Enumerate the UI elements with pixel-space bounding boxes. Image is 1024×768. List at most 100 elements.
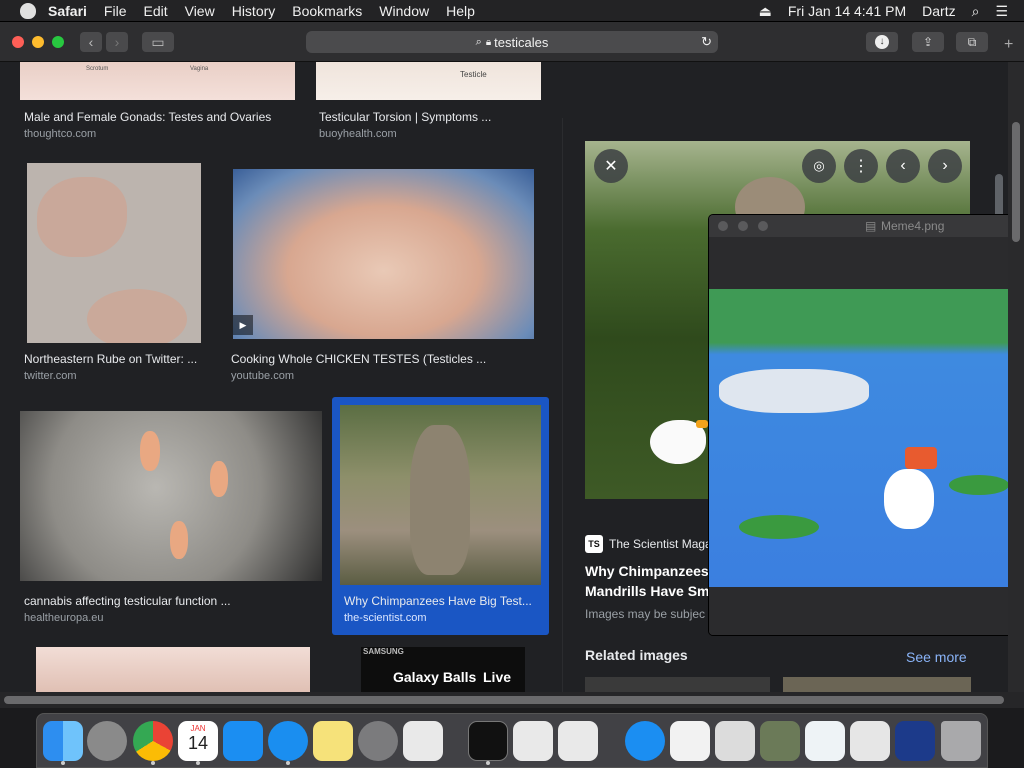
window-thumbnail[interactable] — [760, 721, 800, 761]
window-thumbnail[interactable] — [850, 721, 890, 761]
clock[interactable]: Fri Jan 14 4:41 PM — [788, 3, 906, 19]
address-bar[interactable]: ⌕ 🔒︎ testicales ↻ — [306, 31, 718, 53]
result-card-selected[interactable]: Why Chimpanzees Have Big Test... the-sci… — [332, 397, 549, 635]
related-image[interactable] — [585, 677, 770, 692]
menu-help[interactable]: Help — [446, 3, 475, 19]
result-image-twitter[interactable] — [27, 163, 201, 343]
image-shape — [210, 461, 228, 497]
address-text: testicales — [494, 34, 549, 50]
result-image-chimp[interactable] — [340, 405, 541, 585]
system-preferences-icon[interactable] — [358, 721, 398, 761]
close-window-button[interactable] — [12, 36, 24, 48]
launchpad-icon[interactable] — [87, 721, 127, 761]
sidebar-toggle-button[interactable]: ▭ — [142, 32, 174, 52]
forward-button[interactable]: › — [106, 32, 128, 52]
source-favicon: TS — [585, 535, 603, 553]
result-image-hands[interactable] — [36, 647, 310, 692]
new-tab-icon[interactable]: + — [1004, 36, 1013, 54]
running-indicator — [151, 761, 155, 765]
result-image-gonads[interactable]: Scrotum Vagina — [20, 62, 295, 100]
terminal-icon[interactable] — [468, 721, 508, 761]
image-shape — [170, 521, 188, 559]
result-source[interactable]: twitter.com — [24, 370, 77, 382]
result-source[interactable]: healtheuropa.eu — [24, 612, 104, 624]
calendar-day: 14 — [187, 733, 209, 753]
related-image[interactable] — [783, 677, 971, 692]
roblox-studio-icon[interactable] — [513, 721, 553, 761]
result-image-chicken[interactable]: ▶ — [233, 169, 534, 339]
app-store-icon[interactable] — [223, 721, 263, 761]
zoom-window-button[interactable] — [52, 36, 64, 48]
share-button[interactable]: ⇪ — [912, 32, 944, 52]
notification-center-icon[interactable]: ☰ — [995, 3, 1008, 20]
image-shape — [884, 469, 934, 529]
menu-app-name[interactable]: Safari — [48, 3, 87, 19]
result-caption: Why Chimpanzees Have Big Test... — [344, 594, 532, 608]
result-caption[interactable]: Testicular Torsion | Symptoms ... — [319, 110, 491, 124]
window-thumbnail[interactable] — [805, 721, 845, 761]
menu-view[interactable]: View — [185, 3, 215, 19]
spotlight-search-icon[interactable]: ⌕ — [972, 3, 980, 20]
document-icon[interactable] — [670, 721, 710, 761]
image-shape — [905, 447, 937, 469]
window-thumbnail[interactable] — [895, 721, 935, 761]
page-scrollbar[interactable] — [1008, 62, 1024, 692]
see-more-link[interactable]: See more — [906, 649, 967, 665]
menu-history[interactable]: History — [232, 3, 276, 19]
result-caption[interactable]: Cooking Whole CHICKEN TESTES (Testicles … — [231, 352, 486, 366]
roblox-icon[interactable] — [403, 721, 443, 761]
result-caption[interactable]: Male and Female Gonads: Testes and Ovari… — [24, 110, 271, 124]
menu-bookmarks[interactable]: Bookmarks — [292, 3, 362, 19]
share-icon: ⇪ — [922, 35, 934, 49]
tabs-overview-button[interactable]: ⧉ — [956, 32, 988, 52]
next-image-button[interactable]: › — [928, 149, 962, 183]
menu-window[interactable]: Window — [379, 3, 429, 19]
roblox-player-icon[interactable] — [558, 721, 598, 761]
detail-title[interactable]: Why Chimpanzees Mandrills Have Sm — [585, 561, 710, 601]
sidebar-icon: ▭ — [151, 33, 165, 50]
notes-icon[interactable] — [313, 721, 353, 761]
play-icon: ▶ — [233, 315, 253, 335]
menu-bar: Safari File Edit View History Bookmarks … — [0, 0, 1024, 22]
brand-label: SAMSUNG — [363, 647, 404, 656]
chrome-icon[interactable] — [133, 721, 173, 761]
tabs-icon: ⧉ — [967, 34, 977, 49]
image-text: Galaxy Balls — [393, 669, 477, 685]
horizontal-scrollbar-thumb[interactable] — [4, 696, 1004, 704]
close-panel-button[interactable]: ✕ — [594, 149, 628, 183]
app-store-download-icon[interactable] — [625, 721, 665, 761]
result-source[interactable]: thoughtco.com — [24, 128, 96, 140]
result-caption[interactable]: Northeastern Rube on Twitter: ... — [24, 352, 197, 366]
downloads-button[interactable]: ↓ — [866, 32, 898, 52]
horizontal-scrollbar[interactable] — [0, 692, 1024, 708]
more-options-button[interactable]: ⋮ — [844, 149, 878, 183]
visual-search-button[interactable]: ◎ — [802, 149, 836, 183]
zoom-window-button[interactable] — [758, 221, 768, 231]
result-source[interactable]: youtube.com — [231, 370, 294, 382]
preview-titlebar[interactable]: ▤ Meme4.png — [709, 215, 1023, 237]
page-scrollbar-thumb[interactable] — [1012, 122, 1020, 242]
safari-icon[interactable] — [268, 721, 308, 761]
calendar-icon[interactable]: JAN 14 — [178, 721, 218, 761]
menu-edit[interactable]: Edit — [143, 3, 167, 19]
window-thumbnail[interactable] — [715, 721, 755, 761]
minimize-window-button[interactable] — [32, 36, 44, 48]
trash-icon[interactable] — [941, 721, 981, 761]
apple-menu-icon[interactable] — [20, 2, 36, 19]
finder-icon[interactable] — [43, 721, 83, 761]
result-image-torsion[interactable]: Testicle — [316, 62, 541, 100]
user-name[interactable]: Dartz — [922, 3, 955, 19]
result-image-galaxy[interactable]: SAMSUNG Galaxy Balls Live — [361, 647, 525, 692]
menu-file[interactable]: File — [104, 3, 127, 19]
reload-icon[interactable]: ↻ — [701, 34, 712, 50]
previous-image-button[interactable]: ‹ — [886, 149, 920, 183]
result-source[interactable]: buoyhealth.com — [319, 128, 397, 140]
eject-icon[interactable]: ⏏ — [759, 3, 772, 20]
result-image-cannabis[interactable] — [20, 411, 322, 581]
desktop-goose[interactable] — [650, 420, 708, 464]
back-button[interactable]: ‹ — [80, 32, 102, 52]
source-row[interactable]: TS The Scientist Maga — [585, 535, 712, 553]
minimize-window-button[interactable] — [738, 221, 748, 231]
close-window-button[interactable] — [718, 221, 728, 231]
result-caption[interactable]: cannabis affecting testicular function .… — [24, 594, 231, 608]
